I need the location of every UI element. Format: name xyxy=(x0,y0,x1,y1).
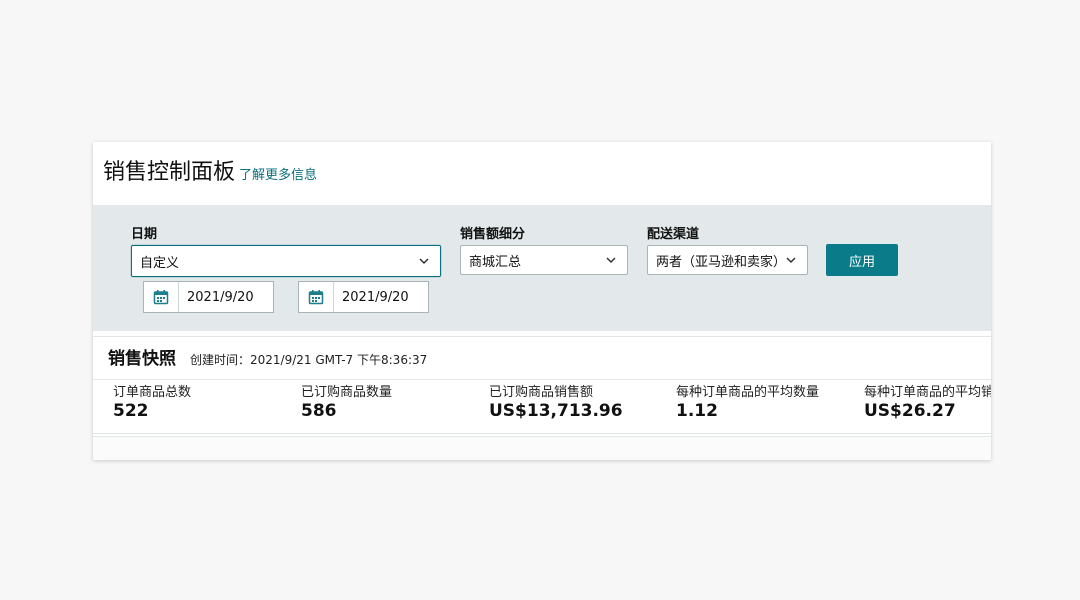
filter-panel: 日期 自定义 2021/9/20 2021/9/20 销售额细分 商城汇总 配送… xyxy=(93,205,991,331)
channel-select[interactable]: 两者（亚马逊和卖家） xyxy=(647,245,808,275)
start-date-picker[interactable]: 2021/9/20 xyxy=(143,281,274,313)
snapshot-title: 销售快照 xyxy=(108,349,176,369)
calendar-icon xyxy=(153,290,169,305)
bottom-strip xyxy=(93,436,991,460)
dashboard-header: 销售控制面板 了解更多信息 xyxy=(103,154,317,186)
breakdown-label: 销售额细分 xyxy=(460,227,526,242)
sales-snapshot: 销售快照 创建时间：2021/9/21 GMT-7 下午8:36:37 订单商品… xyxy=(93,336,991,434)
metric-ordered-product-sales: 已订购商品销售额 US$13,713.96 xyxy=(489,385,623,421)
divider xyxy=(93,379,991,380)
metric-value: 522 xyxy=(113,401,149,421)
metric-label: 已订购商品销售额 xyxy=(489,385,594,400)
metric-value: 586 xyxy=(301,401,337,421)
snapshot-created-time: 创建时间：2021/9/21 GMT-7 下午8:36:37 xyxy=(190,353,428,367)
metric-total-order-items: 订单商品总数 522 xyxy=(113,385,191,421)
metric-units-ordered: 已订购商品数量 586 xyxy=(301,385,392,421)
chevron-down-icon xyxy=(419,258,429,265)
channel-label: 配送渠道 xyxy=(647,227,700,242)
metric-label: 已订购商品数量 xyxy=(301,385,393,400)
metric-avg-units-per-item: 每种订单商品的平均数量 1.12 xyxy=(676,385,819,421)
start-date-value: 2021/9/20 xyxy=(187,289,254,305)
calendar-icon-wrap xyxy=(299,282,334,312)
chevron-down-icon xyxy=(606,257,616,264)
calendar-icon-wrap xyxy=(144,282,179,312)
snapshot-header: 销售快照 创建时间：2021/9/21 GMT-7 下午8:36:37 xyxy=(108,344,427,369)
end-date-picker[interactable]: 2021/9/20 xyxy=(298,281,429,313)
page-title: 销售控制面板 xyxy=(103,160,236,185)
metric-value: US$13,713.96 xyxy=(489,401,623,421)
calendar-icon xyxy=(308,290,324,305)
learn-more-link[interactable]: 了解更多信息 xyxy=(239,164,317,183)
apply-button[interactable]: 应用 xyxy=(826,244,898,276)
date-range-value: 自定义 xyxy=(140,255,180,271)
breakdown-value: 商城汇总 xyxy=(469,254,522,270)
metric-label: 订单商品总数 xyxy=(113,385,192,400)
metric-value: 1.12 xyxy=(676,401,718,421)
chevron-down-icon xyxy=(786,257,796,264)
breakdown-select[interactable]: 商城汇总 xyxy=(460,245,628,275)
metric-label: 每种订单商品的平均数量 xyxy=(676,385,820,400)
date-label: 日期 xyxy=(131,227,158,242)
metric-avg-sales-per-item: 每种订单商品的平均销售额 US$26.27 xyxy=(864,385,991,421)
metric-label: 每种订单商品的平均销售额 xyxy=(864,385,991,400)
channel-value: 两者（亚马逊和卖家） xyxy=(656,254,787,270)
date-range-select[interactable]: 自定义 xyxy=(131,245,441,277)
sales-dashboard-card: 销售控制面板 了解更多信息 日期 自定义 2021/9/20 2021/9/20… xyxy=(93,142,991,460)
end-date-value: 2021/9/20 xyxy=(342,289,409,305)
metric-value: US$26.27 xyxy=(864,401,956,421)
